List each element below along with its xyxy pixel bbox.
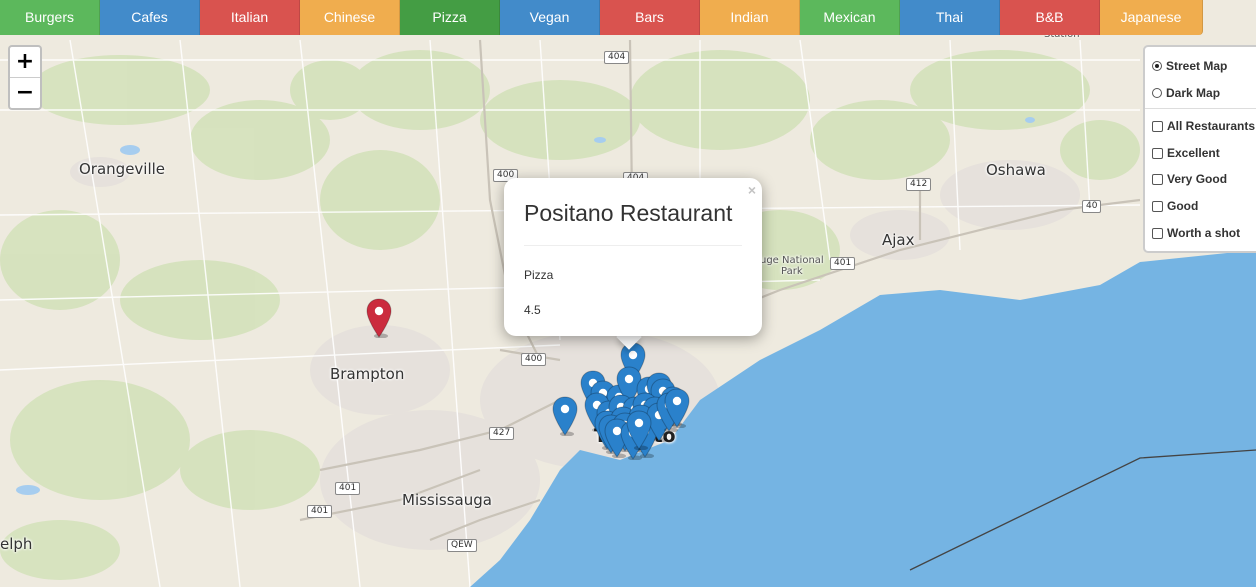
checkbox-icon[interactable] [1152, 227, 1163, 239]
layer-dark-map-label: Dark Map [1166, 86, 1221, 100]
label-oshawa: Oshawa [986, 161, 1046, 179]
map-pin-icon [626, 410, 652, 451]
map-pin-icon [366, 298, 392, 339]
label-park: uge National Park [760, 255, 824, 277]
category-button-mexican[interactable]: Mexican [800, 0, 900, 35]
overlay-worth-a-shot-label: Worth a shot [1167, 226, 1241, 240]
map-pin-icon [664, 388, 690, 429]
road-shield-400: 400 [521, 353, 547, 366]
category-button-thai[interactable]: Thai [900, 0, 1000, 35]
layer-street-map-label: Street Map [1166, 59, 1228, 73]
road-shield-qew: QEW [447, 539, 477, 552]
category-button-burgers[interactable]: Burgers [0, 0, 100, 35]
overlay-good-label: Good [1167, 199, 1199, 213]
label-guelph: elph [0, 535, 33, 553]
overlay-excellent[interactable]: Excellent [1152, 146, 1220, 160]
label-mississauga: Mississauga [402, 491, 492, 509]
checkbox-icon[interactable] [1152, 200, 1163, 212]
overlay-good[interactable]: Good [1152, 199, 1198, 213]
restaurant-marker[interactable] [664, 388, 690, 429]
layer-street-map[interactable]: Street Map [1152, 59, 1227, 73]
road-shield-404: 404 [604, 51, 630, 64]
popup-close-button[interactable]: × [748, 182, 756, 198]
restaurant-marker[interactable] [552, 396, 578, 437]
popup-category: Pizza [524, 268, 554, 282]
label-orangeville: Orangeville [79, 160, 166, 178]
map-pin-icon [552, 396, 578, 437]
category-button-b-b[interactable]: B&B [1000, 0, 1100, 35]
user-location-marker[interactable] [366, 298, 392, 339]
popup-rating: 4.5 [524, 303, 541, 317]
zoom-in-button[interactable]: + [10, 47, 40, 78]
restaurant-marker[interactable] [626, 410, 652, 451]
radio-icon[interactable] [1152, 61, 1162, 71]
checkbox-icon[interactable] [1152, 147, 1163, 159]
overlay-all-restaurants-label: All Restaurants [1167, 119, 1256, 133]
road-shield-412: 412 [906, 178, 932, 191]
road-shield-401: 401 [335, 482, 361, 495]
category-button-pizza[interactable]: Pizza [400, 0, 500, 35]
layer-dark-map[interactable]: Dark Map [1152, 86, 1220, 100]
zoom-control: + − [8, 45, 42, 110]
overlay-all-restaurants[interactable]: All Restaurants [1152, 119, 1255, 133]
popup-divider [524, 245, 742, 246]
category-button-indian[interactable]: Indian [700, 0, 800, 35]
road-shield-401: 401 [830, 257, 856, 270]
overlay-excellent-label: Excellent [1167, 146, 1220, 160]
layers-separator [1145, 108, 1256, 109]
label-brampton: Brampton [330, 365, 405, 383]
road-shield-401: 40 [1082, 200, 1102, 213]
overlay-worth-a-shot[interactable]: Worth a shot [1152, 226, 1240, 240]
category-button-vegan[interactable]: Vegan [500, 0, 600, 35]
category-button-chinese[interactable]: Chinese [300, 0, 400, 35]
layers-control: Street Map Dark Map All Restaurants Exce… [1143, 45, 1256, 253]
category-button-bars[interactable]: Bars [600, 0, 700, 35]
road-shield-401: 401 [307, 505, 333, 518]
category-bar: Burgers Cafes Italian Chinese Pizza Vegan Bars… [0, 0, 1203, 35]
radio-icon[interactable] [1152, 88, 1162, 98]
category-button-cafes[interactable]: Cafes [100, 0, 200, 35]
popup-title: Positano Restaurant [524, 200, 733, 226]
overlay-very-good-label: Very Good [1167, 172, 1228, 186]
category-button-italian[interactable]: Italian [200, 0, 300, 35]
checkbox-icon[interactable] [1152, 173, 1163, 185]
label-ajax: Ajax [882, 231, 915, 249]
road-shield-427: 427 [489, 427, 515, 440]
checkbox-icon[interactable] [1152, 120, 1163, 132]
restaurant-popup: × Positano Restaurant Pizza 4.5 [504, 178, 762, 336]
overlay-very-good[interactable]: Very Good [1152, 172, 1227, 186]
category-button-japanese[interactable]: Japanese [1100, 0, 1203, 35]
zoom-out-button[interactable]: − [10, 78, 40, 108]
